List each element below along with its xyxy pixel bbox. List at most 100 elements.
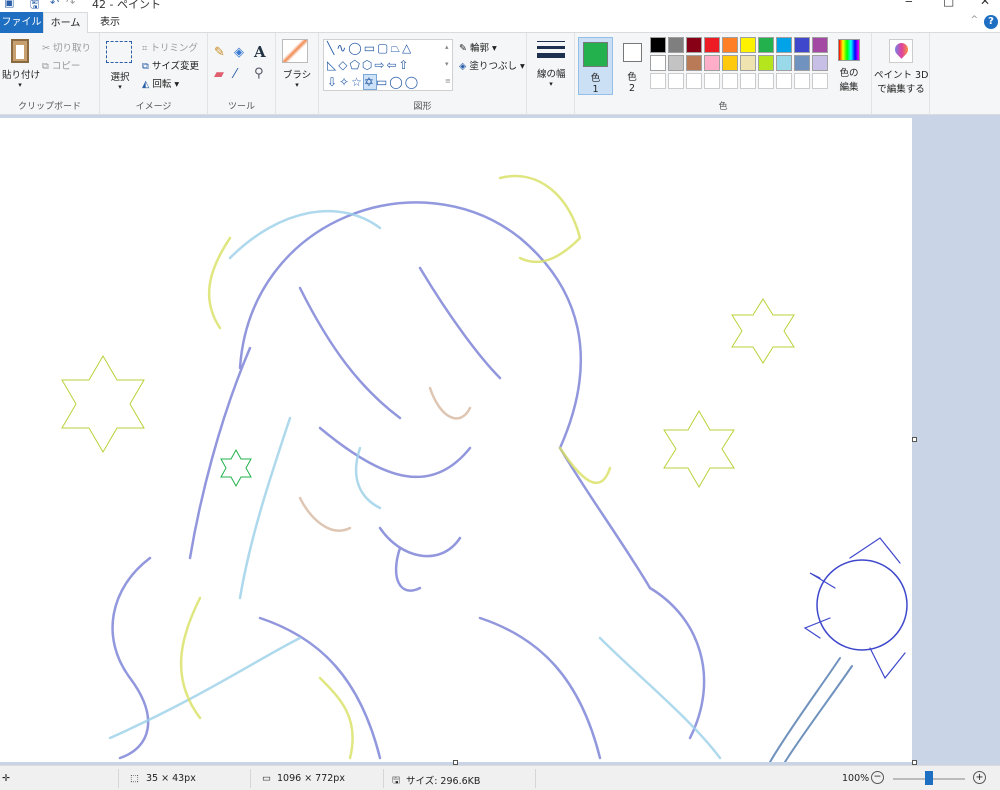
size-group: 線の幅 ▾ (527, 33, 575, 115)
zoom-in-button[interactable]: + (973, 771, 986, 784)
shapes-scroll[interactable]: ▴ ▾ ≡ (445, 39, 451, 90)
size-button[interactable]: 線の幅 ▾ (537, 41, 566, 88)
palette-color-swatch[interactable] (704, 37, 720, 53)
brush-icon (282, 39, 308, 63)
tab-home[interactable]: ホーム (43, 12, 88, 34)
palette-color-swatch[interactable] (650, 55, 666, 71)
palette-color-swatch[interactable] (794, 55, 810, 71)
crop-button[interactable]: ⌗ トリミング (142, 40, 198, 54)
palette-color-swatch[interactable] (740, 55, 756, 71)
palette-color-swatch[interactable] (794, 37, 810, 53)
custom-color-slot[interactable] (704, 73, 720, 89)
mace-head (816, 559, 908, 651)
palette-color-swatch[interactable] (776, 55, 792, 71)
custom-color-slot[interactable] (740, 73, 756, 89)
sketch-drawing (61, 174, 908, 762)
edit-with-paint3d-button[interactable]: ペイント 3D で編集する (874, 39, 928, 95)
shapes-group: ╲∿◯▭▢⏢△ ◺◇⬠⬡⇨⇦⇧ ⇩✧☆✡▭◯◯ ▴ ▾ ≡ ✎ 輪郭 ▾ ◈ 塗りつ… (319, 33, 527, 115)
cursor-position-icon: ✛ (2, 773, 10, 784)
file-size: サイズ: 296.6KB (406, 776, 481, 787)
custom-color-slot[interactable] (794, 73, 810, 89)
palette-color-swatch[interactable] (722, 55, 738, 71)
ribbon-tabs: ファイル ホーム 表示 ^ ? (0, 12, 1000, 34)
magnifier-icon[interactable]: ⚲ (254, 66, 264, 81)
color1-swatch (583, 42, 608, 67)
clipboard-group: 貼り付け ▾ ✂ 切り取り ⧉ コピー クリップボード (0, 33, 100, 115)
zoom-level: 100% (842, 773, 870, 784)
shapes-row: ◺◇⬠⬡⇨⇦⇧ (327, 58, 411, 72)
paint3d-icon (889, 39, 913, 63)
palette-color-swatch[interactable] (686, 55, 702, 71)
palette-color-swatch[interactable] (812, 55, 828, 71)
text-tool-icon[interactable]: A (254, 43, 266, 61)
redo-icon[interactable]: ↷ (66, 0, 75, 9)
tools-group-label: ツール (227, 102, 255, 112)
palette-color-swatch[interactable] (686, 37, 702, 53)
ribbon: 貼り付け ▾ ✂ 切り取り ⧉ コピー クリップボード 選択 ▾ ⌗ トリミング… (0, 33, 1000, 115)
maximize-button[interactable]: □ (943, 0, 954, 8)
canvas-area[interactable] (0, 115, 1000, 765)
zoom-slider-thumb[interactable] (925, 771, 933, 785)
tools-group: ✎ ◈ A ▰ ⁄ ⚲ ツール (208, 33, 276, 115)
paint-app-icon: ▣ (4, 0, 15, 9)
window-title: 42 - ペイント (92, 0, 161, 11)
undo-icon[interactable]: ↶ (50, 0, 59, 9)
palette-color-swatch[interactable] (650, 37, 666, 53)
color-picker-icon[interactable]: ⁄ (234, 67, 236, 82)
paint3d-group: ペイント 3D で編集する (872, 33, 930, 115)
clipboard-icon (11, 39, 29, 63)
colors-group-label: 色 (718, 102, 728, 112)
collapse-ribbon-icon[interactable]: ^ (970, 15, 978, 25)
fill-bucket-icon[interactable]: ◈ (234, 45, 244, 60)
brush-button[interactable]: ブラシ ▾ (282, 39, 312, 89)
palette-color-swatch[interactable] (758, 55, 774, 71)
image-group-label: イメージ (135, 102, 172, 112)
color2-button[interactable]: 色 2 (617, 37, 647, 95)
tab-file[interactable]: ファイル (0, 12, 43, 33)
palette-color-swatch[interactable] (722, 37, 738, 53)
shapes-row: ╲∿◯▭▢⏢△ (327, 41, 414, 55)
color-spectrum-icon (838, 39, 860, 61)
palette-color-swatch[interactable] (776, 37, 792, 53)
color2-swatch (622, 43, 642, 62)
select-button[interactable]: 選択 ▾ (106, 41, 134, 91)
rotate-button[interactable]: ◭ 回転 ▾ (142, 76, 179, 90)
palette-color-swatch[interactable] (758, 37, 774, 53)
custom-color-slot[interactable] (758, 73, 774, 89)
custom-color-slot[interactable] (686, 73, 702, 89)
minimize-button[interactable]: ‒ (905, 0, 913, 8)
resize-button[interactable]: ⧉ サイズ変更 (142, 58, 199, 72)
outline-button[interactable]: ✎ 輪郭 ▾ (459, 40, 497, 54)
close-button[interactable]: ✕ (980, 0, 990, 8)
star-shape (220, 448, 252, 488)
pencil-icon[interactable]: ✎ (214, 45, 225, 60)
palette-color-swatch[interactable] (812, 37, 828, 53)
palette-color-swatch[interactable] (668, 55, 684, 71)
help-icon[interactable]: ? (984, 15, 998, 29)
palette-color-swatch[interactable] (704, 55, 720, 71)
brushes-group: ブラシ ▾ (276, 33, 319, 115)
star-shape (61, 355, 145, 453)
shapes-gallery[interactable]: ╲∿◯▭▢⏢△ ◺◇⬠⬡⇨⇦⇧ ⇩✧☆✡▭◯◯ (323, 39, 453, 91)
custom-color-slot[interactable] (650, 73, 666, 89)
custom-color-slot[interactable] (668, 73, 684, 89)
custom-color-slot[interactable] (776, 73, 792, 89)
image-size-icon: ▭ (262, 773, 271, 784)
paste-button[interactable]: 貼り付け ▾ (2, 39, 40, 97)
colors-group: 色 1 色 2 色の 編集 色 (575, 33, 872, 115)
drawing-canvas[interactable] (0, 118, 912, 762)
edit-colors-button[interactable]: 色の 編集 (833, 39, 865, 93)
resize-handle-right[interactable] (912, 437, 917, 442)
clipboard-group-label: クリップボード (17, 102, 81, 112)
tab-view[interactable]: 表示 (90, 12, 130, 33)
eraser-icon[interactable]: ▰ (214, 67, 224, 82)
custom-color-slot[interactable] (722, 73, 738, 89)
zoom-out-button[interactable]: − (871, 771, 884, 784)
palette-color-swatch[interactable] (740, 37, 756, 53)
color1-button[interactable]: 色 1 (578, 37, 613, 95)
cut-button[interactable]: ✂ 切り取り (42, 40, 91, 54)
fill-button[interactable]: ◈ 塗りつぶし ▾ (459, 58, 525, 72)
palette-color-swatch[interactable] (668, 37, 684, 53)
custom-color-slot[interactable] (812, 73, 828, 89)
copy-button[interactable]: ⧉ コピー (42, 58, 80, 72)
